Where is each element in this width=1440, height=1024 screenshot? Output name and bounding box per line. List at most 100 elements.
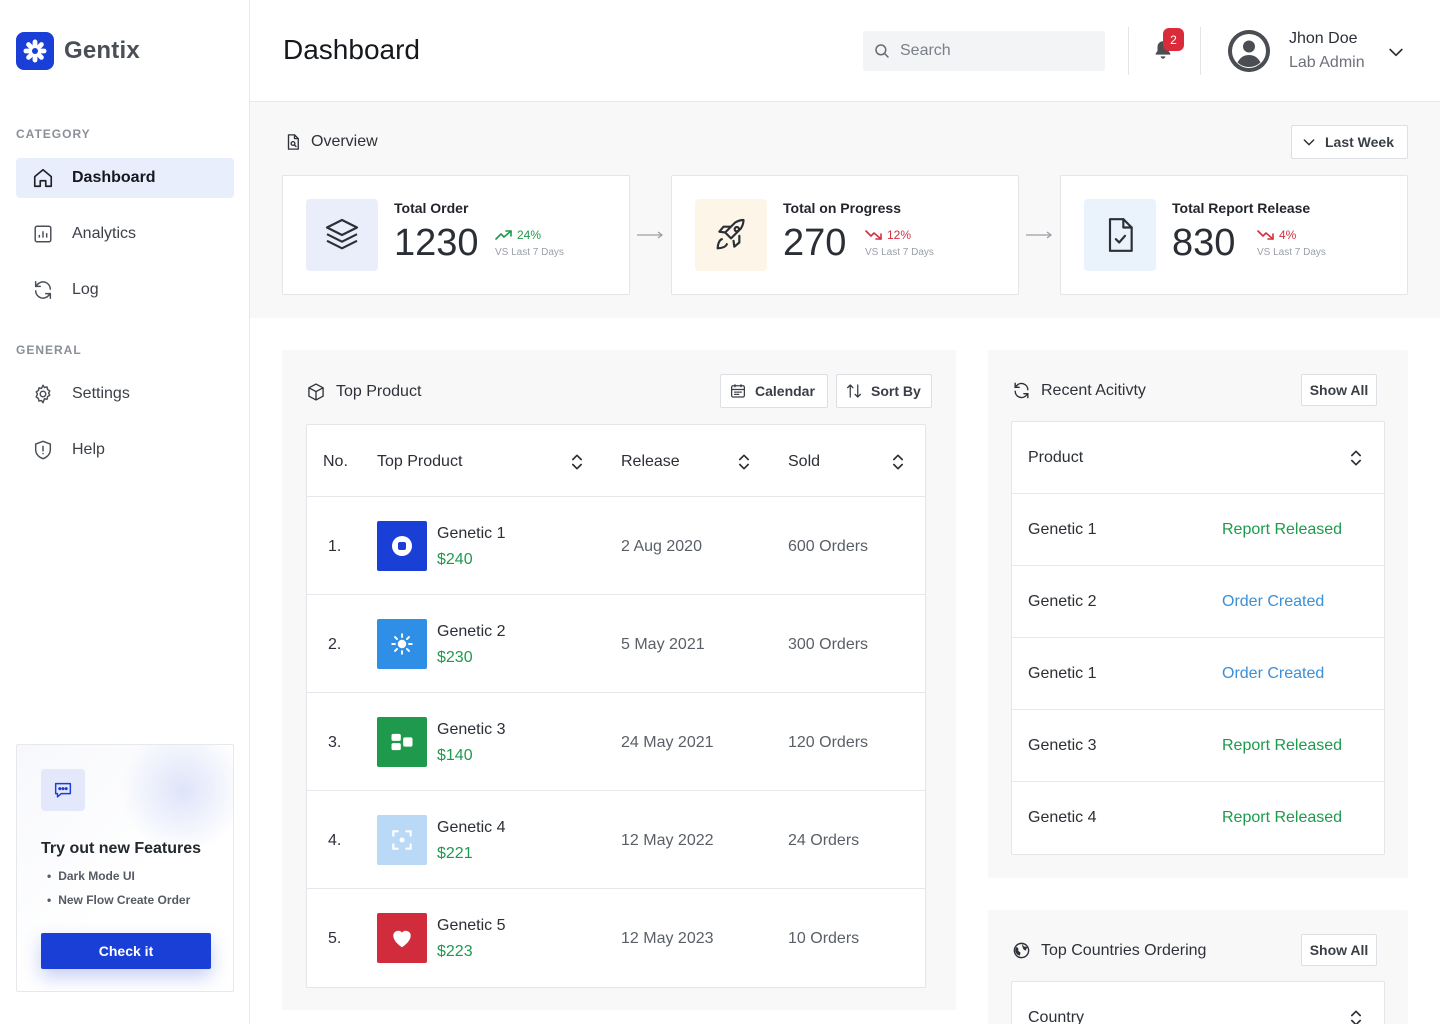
sidebar-item-label: Settings <box>72 385 130 402</box>
file-search-icon <box>287 134 299 150</box>
stat-card-total-progress[interactable]: Total on Progress 270 12% VS Last 7 Days <box>671 175 1019 295</box>
activity-status: Order Created <box>1222 665 1325 682</box>
category-section-label: CATEGORY <box>16 127 91 141</box>
top-countries-title: Top Countries Ordering <box>1041 941 1207 959</box>
avatar[interactable] <box>1228 30 1270 72</box>
list-item[interactable]: Genetic 2 Order Created <box>1012 565 1384 637</box>
product-price: $230 <box>437 649 473 666</box>
list-item[interactable]: Genetic 1 Report Released <box>1012 493 1384 565</box>
top-product-title: Top Product <box>336 383 422 400</box>
search-icon <box>875 44 889 58</box>
release-date: 2 Aug 2020 <box>621 538 702 555</box>
sidebar: Gentix CATEGORY Dashboard Analytics Log … <box>0 0 250 1024</box>
product-price: $223 <box>437 943 473 960</box>
arrow-right-icon <box>1026 231 1053 239</box>
product-name: Genetic 5 <box>437 917 506 934</box>
sidebar-item-log[interactable]: Log <box>16 270 234 310</box>
stat-card-report-release[interactable]: Total Report Release 830 4% VS Last 7 Da… <box>1060 175 1408 295</box>
brand-name: Gentix <box>64 37 140 64</box>
sidebar-item-analytics[interactable]: Analytics <box>16 214 234 254</box>
sold-count: 120 Orders <box>788 734 869 751</box>
table-row[interactable]: 5. Genetic 5 $223 12 May 2023 10 Orders <box>307 888 925 986</box>
notification-button[interactable]: 2 <box>1152 28 1184 66</box>
refresh-icon <box>34 281 52 299</box>
sort-toggle-icon[interactable] <box>734 452 754 472</box>
column-header-release: Release <box>621 453 680 470</box>
stat-trend: 12% <box>865 228 911 242</box>
chevron-down-icon[interactable] <box>1386 42 1406 62</box>
stat-trend-value: 4% <box>1279 228 1297 242</box>
sidebar-item-label: Analytics <box>72 225 137 242</box>
file-check-icon <box>1084 199 1156 271</box>
stat-label: Total Report Release <box>1172 200 1311 216</box>
sidebar-item-dashboard[interactable]: Dashboard <box>16 158 234 198</box>
user-role: Lab Admin <box>1289 54 1365 71</box>
list-item[interactable]: Genetic 4 Report Released <box>1012 781 1384 853</box>
stat-value: 1230 <box>394 222 479 264</box>
promo-glow <box>113 745 233 845</box>
sort-arrows-icon <box>846 384 862 398</box>
sold-count: 300 Orders <box>788 636 869 653</box>
sidebar-item-help[interactable]: Help <box>16 430 234 470</box>
search-input[interactable] <box>900 42 1090 60</box>
calendar-button[interactable]: Calendar <box>720 374 828 408</box>
sort-toggle-icon[interactable] <box>567 452 587 472</box>
header-divider <box>1200 27 1201 75</box>
sidebar-item-settings[interactable]: Settings <box>16 374 234 414</box>
table-row[interactable]: 4. Genetic 4 $221 12 May 2022 24 Orders <box>307 790 925 888</box>
promo-feature-item: New Flow Create Order <box>47 893 190 909</box>
range-dropdown[interactable]: Last Week <box>1291 125 1408 159</box>
sort-by-button[interactable]: Sort By <box>836 374 932 408</box>
calendar-label: Calendar <box>755 383 815 399</box>
shield-alert-icon <box>34 440 52 460</box>
user-name: Jhon Doe <box>1289 30 1358 47</box>
promo-feature-list: Dark Mode UI New Flow Create Order <box>47 869 190 917</box>
list-item[interactable]: Genetic 1 Order Created <box>1012 637 1384 709</box>
user-avatar-icon <box>1228 30 1270 72</box>
stat-label: Total Order <box>394 200 469 216</box>
top-product-header: Top Product <box>306 382 421 402</box>
show-all-button[interactable]: Show All <box>1301 374 1377 406</box>
trend-down-icon <box>865 230 882 240</box>
globe-icon <box>1013 942 1030 959</box>
promo-card: Try out new Features Dark Mode UI New Fl… <box>16 744 234 992</box>
rocket-icon <box>695 199 767 271</box>
top-product-panel: Top Product Calendar Sort By No. Top Pro… <box>282 350 956 1010</box>
product-name: Genetic 3 <box>437 721 506 738</box>
stat-trend-value: 12% <box>887 228 912 242</box>
heart-icon <box>377 913 427 963</box>
table-row[interactable]: 2. Genetic 2 $230 5 May 2021 300 Orders <box>307 594 925 692</box>
refresh-icon <box>1014 382 1029 399</box>
activity-product: Genetic 4 <box>1028 809 1097 826</box>
overview-header: Overview <box>284 133 378 151</box>
list-item[interactable]: Genetic 3 Report Released <box>1012 709 1384 781</box>
row-number: 4. <box>328 832 342 849</box>
release-date: 24 May 2021 <box>621 734 714 751</box>
stat-trend-value: 24% <box>517 228 542 242</box>
search-box[interactable] <box>863 31 1105 71</box>
release-date: 5 May 2021 <box>621 636 705 653</box>
recent-activity-header: Recent Acitivty <box>1012 381 1146 400</box>
calendar-icon <box>730 384 746 398</box>
general-section-label: GENERAL <box>16 343 82 357</box>
show-all-button[interactable]: Show All <box>1301 934 1377 966</box>
product-name: Genetic 4 <box>437 819 506 836</box>
stat-sub: VS Last 7 Days <box>1257 247 1326 258</box>
home-icon <box>33 168 53 188</box>
stat-value: 830 <box>1172 222 1236 264</box>
sort-toggle-icon[interactable] <box>1346 448 1366 468</box>
trend-up-icon <box>495 230 512 240</box>
column-header-sold: Sold <box>788 453 821 470</box>
sidebar-item-label: Log <box>72 281 99 298</box>
stat-card-total-order[interactable]: Total Order 1230 24% VS Last 7 Days <box>282 175 630 295</box>
product-name: Genetic 1 <box>437 525 506 542</box>
check-it-button[interactable]: Check it <box>41 933 211 969</box>
sort-toggle-icon[interactable] <box>888 452 908 472</box>
sort-toggle-icon[interactable] <box>1346 1008 1366 1024</box>
notification-badge: 2 <box>1163 28 1184 51</box>
gentix-logo-icon <box>16 32 54 70</box>
brand[interactable]: Gentix <box>16 32 140 70</box>
table-row[interactable]: 3. Genetic 3 $140 24 May 2021 120 Orders <box>307 692 925 790</box>
column-header-product: Top Product <box>377 453 463 470</box>
table-row[interactable]: 1. Genetic 1 $240 2 Aug 2020 600 Orders <box>307 496 925 594</box>
